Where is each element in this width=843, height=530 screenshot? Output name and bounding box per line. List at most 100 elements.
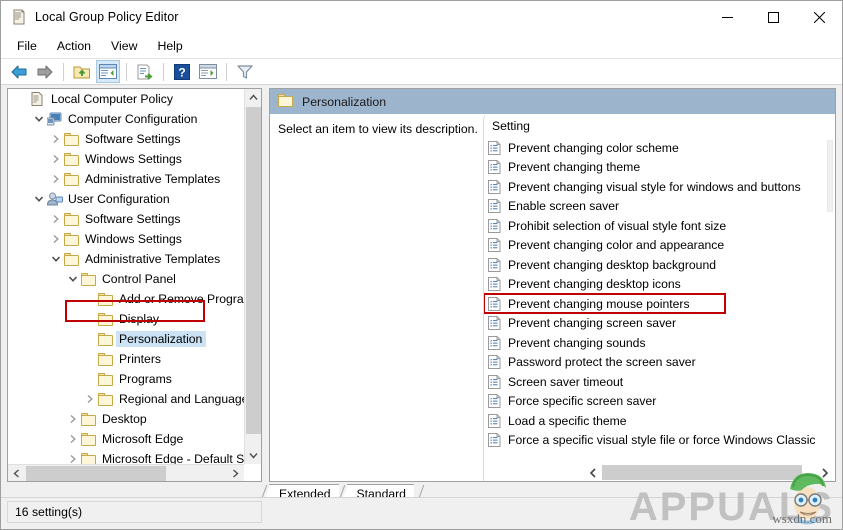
chevron-right-icon[interactable] bbox=[48, 229, 64, 249]
tree-scroll-thumb[interactable] bbox=[246, 107, 261, 434]
up-folder-icon[interactable] bbox=[70, 60, 94, 83]
chevron-right-icon[interactable] bbox=[65, 409, 81, 429]
tree-item-windows-settings[interactable]: Windows Settings bbox=[8, 229, 246, 249]
setting-row[interactable]: Prevent changing screen saver bbox=[484, 314, 835, 334]
scroll-left-icon[interactable] bbox=[584, 464, 601, 481]
chevron-right-icon[interactable] bbox=[82, 389, 98, 409]
setting-row[interactable]: Prevent changing desktop background bbox=[484, 255, 835, 275]
scroll-left-icon[interactable] bbox=[8, 465, 25, 481]
setting-row[interactable]: Prohibit selection of visual style font … bbox=[484, 216, 835, 236]
description-pane: Select an item to view its description. bbox=[270, 114, 483, 481]
setting-row[interactable]: Screen saver timeout bbox=[484, 372, 835, 392]
tree-item-label: Windows Settings bbox=[85, 152, 182, 166]
chevron-down-icon[interactable] bbox=[65, 269, 81, 289]
setting-row[interactable]: Prevent changing mouse pointers bbox=[484, 294, 835, 314]
tree-item-local-computer-policy[interactable]: Local Computer Policy bbox=[8, 89, 246, 109]
settings-list[interactable]: Prevent changing color scheme Prevent cha… bbox=[484, 138, 835, 464]
show-pane-icon[interactable] bbox=[196, 60, 220, 83]
scroll-right-icon[interactable] bbox=[227, 465, 244, 481]
setting-row[interactable]: Enable screen saver bbox=[484, 197, 835, 217]
menu-item-view[interactable]: View bbox=[101, 36, 147, 56]
policy-setting-icon bbox=[488, 160, 501, 175]
tree-item-personalization[interactable]: Personalization bbox=[8, 329, 246, 349]
setting-row[interactable]: Force specific screen saver bbox=[484, 392, 835, 412]
window-controls bbox=[704, 1, 842, 33]
scroll-down-icon[interactable] bbox=[245, 447, 261, 464]
policy-setting-icon bbox=[488, 277, 501, 292]
settings-hscroll-thumb[interactable] bbox=[602, 465, 802, 480]
setting-row[interactable]: Prevent changing sounds bbox=[484, 333, 835, 353]
tree-item-control-panel[interactable]: Control Panel bbox=[8, 269, 246, 289]
chevron-down-icon[interactable] bbox=[31, 189, 47, 209]
chevron-right-icon[interactable] bbox=[65, 429, 81, 449]
folder-icon bbox=[64, 252, 82, 266]
close-button[interactable] bbox=[796, 1, 842, 33]
folder-icon bbox=[64, 152, 82, 166]
tree-item-computer-configuration[interactable]: Computer Configuration bbox=[8, 109, 246, 129]
chevron-down-icon[interactable] bbox=[48, 249, 64, 269]
tree-item-software-settings[interactable]: Software Settings bbox=[8, 209, 246, 229]
setting-row[interactable]: Password protect the screen saver bbox=[484, 353, 835, 373]
tree-horizontal-scrollbar[interactable] bbox=[8, 464, 244, 481]
tree-item-add-or-remove-programs[interactable]: Add or Remove Programs bbox=[8, 289, 246, 309]
chevron-right-icon[interactable] bbox=[48, 129, 64, 149]
tree-vertical-scrollbar[interactable] bbox=[244, 89, 261, 464]
setting-label: Prevent changing theme bbox=[508, 160, 641, 175]
tree-hscroll-thumb[interactable] bbox=[26, 466, 166, 481]
setting-row[interactable]: Prevent changing visual style for window… bbox=[484, 177, 835, 197]
setting-row[interactable]: Prevent changing desktop icons bbox=[484, 275, 835, 295]
column-header-setting[interactable]: Setting bbox=[484, 114, 835, 138]
settings-scroll-thumb[interactable] bbox=[827, 140, 833, 212]
chevron-right-icon[interactable] bbox=[48, 169, 64, 189]
setting-row[interactable]: Force a specific visual style file or fo… bbox=[484, 431, 835, 451]
setting-row[interactable]: Prevent changing color and appearance bbox=[484, 236, 835, 256]
tree-item-display[interactable]: Display bbox=[8, 309, 246, 329]
tree-item-administrative-templates[interactable]: Administrative Templates bbox=[8, 169, 246, 189]
setting-label: Prevent changing visual style for window… bbox=[508, 179, 801, 194]
tree-item-printers[interactable]: Printers bbox=[8, 349, 246, 369]
scroll-up-icon[interactable] bbox=[245, 89, 261, 106]
tree-item-regional-and-language-op[interactable]: Regional and Language Op bbox=[8, 389, 246, 409]
chevron-right-icon[interactable] bbox=[48, 149, 64, 169]
toolbar-separator bbox=[126, 62, 127, 81]
forward-icon[interactable] bbox=[33, 60, 57, 83]
tree-item-software-settings[interactable]: Software Settings bbox=[8, 129, 246, 149]
chevron-right-icon[interactable] bbox=[65, 449, 81, 465]
setting-row[interactable]: Prevent changing theme bbox=[484, 158, 835, 178]
setting-label: Prevent changing sounds bbox=[508, 335, 646, 350]
console-tree[interactable]: Local Computer Policy Computer Configurat… bbox=[8, 89, 246, 465]
back-icon[interactable] bbox=[7, 60, 31, 83]
export-list-icon[interactable] bbox=[133, 60, 157, 83]
tree-item-label: Add or Remove Programs bbox=[119, 292, 246, 306]
policy-setting-icon bbox=[488, 433, 501, 448]
setting-label: Prevent changing mouse pointers bbox=[508, 296, 690, 311]
menu-item-action[interactable]: Action bbox=[47, 36, 101, 56]
tree-item-microsoft-edge-default-settin[interactable]: Microsoft Edge - Default Settin bbox=[8, 449, 246, 465]
maximize-button[interactable] bbox=[750, 1, 796, 33]
setting-label: Prevent changing desktop background bbox=[508, 257, 717, 272]
settings-pane: Personalization Select an item to view i… bbox=[269, 88, 836, 482]
title-bar: Local Group Policy Editor bbox=[1, 1, 842, 33]
tree-item-windows-settings[interactable]: Windows Settings bbox=[8, 149, 246, 169]
setting-row[interactable]: Prevent changing color scheme bbox=[484, 138, 835, 158]
policy-setting-icon bbox=[488, 316, 501, 331]
menu-item-help[interactable]: Help bbox=[147, 36, 192, 56]
chevron-down-icon[interactable] bbox=[31, 109, 47, 129]
settings-vertical-scrollbar[interactable] bbox=[826, 138, 835, 464]
chevron-right-icon[interactable] bbox=[48, 209, 64, 229]
scroll-right-icon[interactable] bbox=[816, 464, 833, 481]
help-icon[interactable]: ? bbox=[170, 60, 194, 83]
settings-horizontal-scrollbar[interactable] bbox=[484, 464, 835, 481]
tree-item-label: Administrative Templates bbox=[85, 252, 221, 266]
filter-icon[interactable] bbox=[233, 60, 257, 83]
menu-item-file[interactable]: File bbox=[7, 36, 47, 56]
tree-item-administrative-templates[interactable]: Administrative Templates bbox=[8, 249, 246, 269]
policy-setting-icon bbox=[488, 218, 501, 233]
tree-item-desktop[interactable]: Desktop bbox=[8, 409, 246, 429]
minimize-button[interactable] bbox=[704, 1, 750, 33]
tree-item-programs[interactable]: Programs bbox=[8, 369, 246, 389]
setting-row[interactable]: Load a specific theme bbox=[484, 411, 835, 431]
show-hide-tree-icon[interactable] bbox=[96, 60, 120, 83]
tree-item-user-configuration[interactable]: User Configuration bbox=[8, 189, 246, 209]
tree-item-microsoft-edge[interactable]: Microsoft Edge bbox=[8, 429, 246, 449]
